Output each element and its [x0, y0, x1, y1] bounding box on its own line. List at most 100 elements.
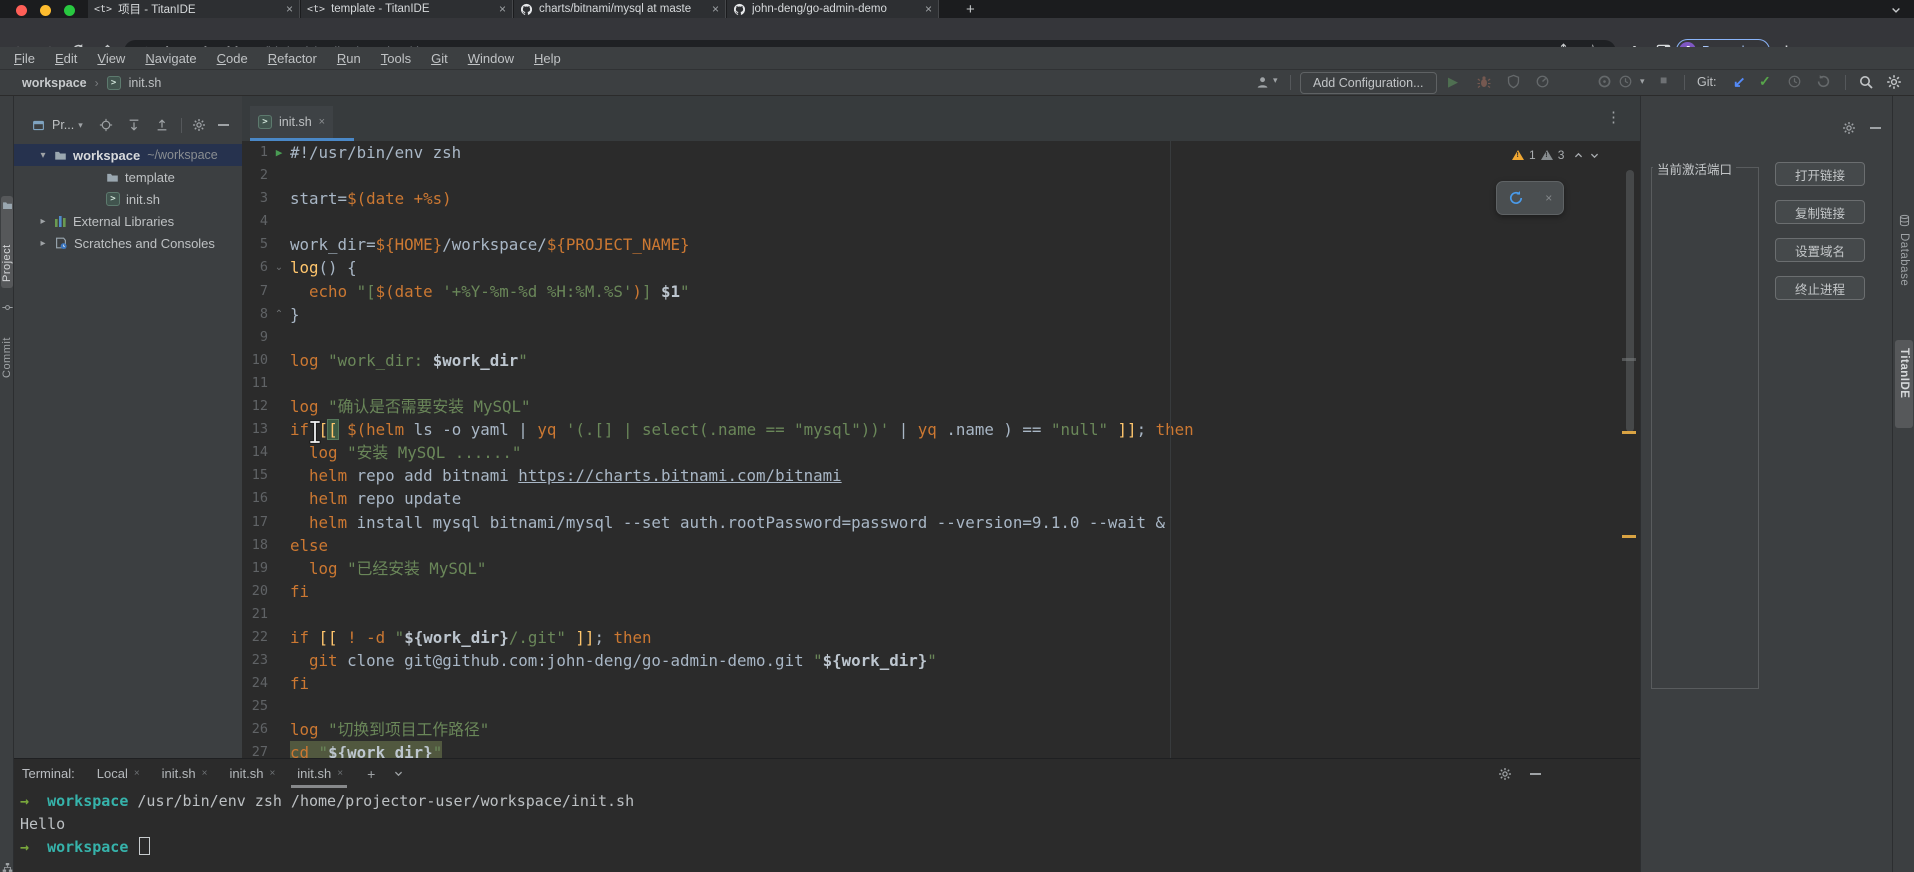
tree-item-scratches-and-consoles[interactable]: ▸Scratches and Consoles [14, 232, 242, 254]
close-tab-icon[interactable]: × [499, 3, 506, 15]
stripe-titanide-label[interactable]: TitanIDE [1898, 348, 1910, 428]
hide-terminal-icon[interactable] [1530, 773, 1541, 775]
breadcrumb-file[interactable]: init.sh [129, 76, 162, 90]
browser-tab[interactable]: <t>template - TitanIDE× [301, 0, 513, 18]
inspections-widget[interactable]: ! 1 ! 3 [1512, 148, 1600, 162]
port-button-1[interactable]: 打开链接 [1775, 162, 1865, 186]
editor-options-kebab-icon[interactable]: ⋮ [1606, 108, 1621, 126]
chevron-down-icon[interactable]: ▾ [1273, 75, 1278, 86]
menu-item-refactor[interactable]: Refactor [258, 51, 327, 66]
menu-item-file[interactable]: File [4, 51, 45, 66]
git-update-arrow-icon[interactable]: ↙ [1733, 73, 1746, 91]
close-icon[interactable]: × [319, 116, 325, 128]
code-line[interactable]: 13if [[ $(helm ls -o yaml | yq '(.[] | s… [242, 418, 1640, 441]
close-icon[interactable]: × [202, 768, 208, 779]
menu-item-git[interactable]: Git [421, 51, 458, 66]
menu-item-edit[interactable]: Edit [45, 51, 87, 66]
code-line[interactable]: 10log "work_dir: $work_dir" [242, 349, 1640, 372]
code-line[interactable]: 21 [242, 603, 1640, 626]
new-tab-button[interactable]: + [966, 1, 975, 18]
git-commit-check-icon[interactable]: ✓ [1759, 73, 1771, 90]
settings-gear-icon[interactable] [1886, 74, 1902, 90]
code-line[interactable]: 6⌄log() { [242, 256, 1640, 279]
chevron-right-icon[interactable]: ▸ [38, 238, 48, 249]
debug-bug-icon[interactable] [1476, 74, 1492, 90]
database-icon[interactable] [1898, 214, 1911, 227]
port-button-4[interactable]: 终止进程 [1775, 276, 1865, 300]
stripe-project-label[interactable]: Project [1, 216, 13, 282]
code-line[interactable]: 5work_dir=${HOME}/workspace/${PROJECT_NA… [242, 233, 1640, 256]
tab-overflow-chevron-icon[interactable] [1890, 4, 1902, 16]
project-folder-icon[interactable] [2, 200, 13, 211]
code-line[interactable]: 7 echo "[$(date '+%Y-%m-%d %H:%M.%S')] $… [242, 280, 1640, 303]
hide-panel-icon[interactable] [1870, 127, 1881, 129]
run-with-profile-person-icon[interactable] [1256, 75, 1271, 90]
editor-scrollbar[interactable] [1626, 170, 1634, 432]
profiler-gauge-icon[interactable] [1535, 74, 1550, 89]
close-icon[interactable]: × [337, 768, 343, 779]
menu-item-help[interactable]: Help [524, 51, 571, 66]
menu-item-code[interactable]: Code [207, 51, 258, 66]
code-line[interactable]: 2 [242, 164, 1640, 187]
refresh-icon[interactable] [1508, 190, 1524, 206]
code-line[interactable]: 11 [242, 372, 1640, 395]
concurrency-ring-icon[interactable] [1597, 74, 1612, 89]
hide-panel-icon[interactable] [218, 124, 229, 126]
menu-item-window[interactable]: Window [458, 51, 524, 66]
terminal-tab-2[interactable]: init.sh× [162, 759, 208, 788]
terminal-tab-4[interactable]: init.sh× [297, 759, 343, 788]
fold-marker[interactable]: ⌄ [268, 256, 290, 279]
profiler-clock-icon[interactable] [1618, 74, 1633, 89]
coverage-shield-icon[interactable] [1506, 74, 1521, 89]
add-configuration-button[interactable]: Add Configuration... [1300, 72, 1437, 94]
browser-tab[interactable]: <t>项目 - TitanIDE× [88, 0, 300, 18]
expand-all-icon[interactable] [127, 118, 141, 132]
close-window-button[interactable] [16, 5, 27, 16]
code-line[interactable]: 22if [[ ! -d "${work_dir}/.git" ]]; then [242, 626, 1640, 649]
chevron-down-icon[interactable]: ▾ [38, 150, 48, 161]
chevron-down-icon[interactable]: ▾ [78, 120, 83, 131]
panel-settings-gear-icon[interactable] [1842, 121, 1856, 135]
browser-tab[interactable]: charts/bitnami/mysql at maste× [514, 0, 726, 18]
minimize-window-button[interactable] [40, 5, 51, 16]
editor-tab-init-sh[interactable]: > init.sh × [250, 106, 333, 138]
code-line[interactable]: 3start=$(date +%s) [242, 187, 1640, 210]
project-view-selector[interactable]: Pr... [52, 118, 74, 132]
locate-target-icon[interactable] [99, 118, 113, 132]
close-tab-icon[interactable]: × [712, 3, 719, 15]
terminal-settings-gear-icon[interactable] [1498, 767, 1512, 781]
close-icon[interactable]: × [1545, 191, 1552, 205]
close-icon[interactable]: × [134, 768, 140, 779]
panel-settings-gear-icon[interactable] [192, 118, 206, 132]
tree-item-template[interactable]: template [14, 166, 242, 188]
code-line[interactable]: 14 log "安装 MySQL ......" [242, 441, 1640, 464]
close-icon[interactable]: × [269, 768, 275, 779]
project-view-icon[interactable] [32, 119, 45, 132]
code-line[interactable]: 26log "切换到项目工作路径" [242, 718, 1640, 741]
code-line[interactable]: 25 [242, 695, 1640, 718]
close-tab-icon[interactable]: × [286, 3, 293, 15]
code-line[interactable]: 27cd "${work_dir}" [242, 741, 1640, 758]
code-line[interactable]: 8⌃} [242, 303, 1640, 326]
port-button-2[interactable]: 复制链接 [1775, 200, 1865, 224]
commit-icon[interactable] [2, 302, 13, 313]
chevron-down-icon[interactable]: ▾ [1640, 76, 1645, 87]
structure-icon[interactable] [2, 862, 13, 872]
code-line[interactable]: 24fi [242, 672, 1640, 695]
code-line[interactable]: 19 log "已经安装 MySQL" [242, 557, 1640, 580]
breadcrumb-root[interactable]: workspace [22, 76, 87, 90]
code-line[interactable]: 1▶#!/usr/bin/env zsh [242, 141, 1640, 164]
code-line[interactable]: 20fi [242, 580, 1640, 603]
port-button-3[interactable]: 设置域名 [1775, 238, 1865, 262]
stripe-commit-label[interactable]: Commit [1, 318, 13, 378]
menu-item-tools[interactable]: Tools [371, 51, 421, 66]
code-line[interactable]: 4 [242, 210, 1640, 233]
chevron-right-icon[interactable]: ▸ [38, 216, 48, 227]
browser-tab[interactable]: john-deng/go-admin-demo× [727, 0, 939, 18]
close-tab-icon[interactable]: × [925, 3, 932, 15]
fold-marker[interactable]: ⌃ [268, 303, 290, 326]
menu-item-run[interactable]: Run [327, 51, 371, 66]
prev-issue-chevron-icon[interactable] [1573, 150, 1584, 161]
code-line[interactable]: 16 helm repo update [242, 487, 1640, 510]
new-terminal-plus-icon[interactable]: + [367, 766, 375, 782]
